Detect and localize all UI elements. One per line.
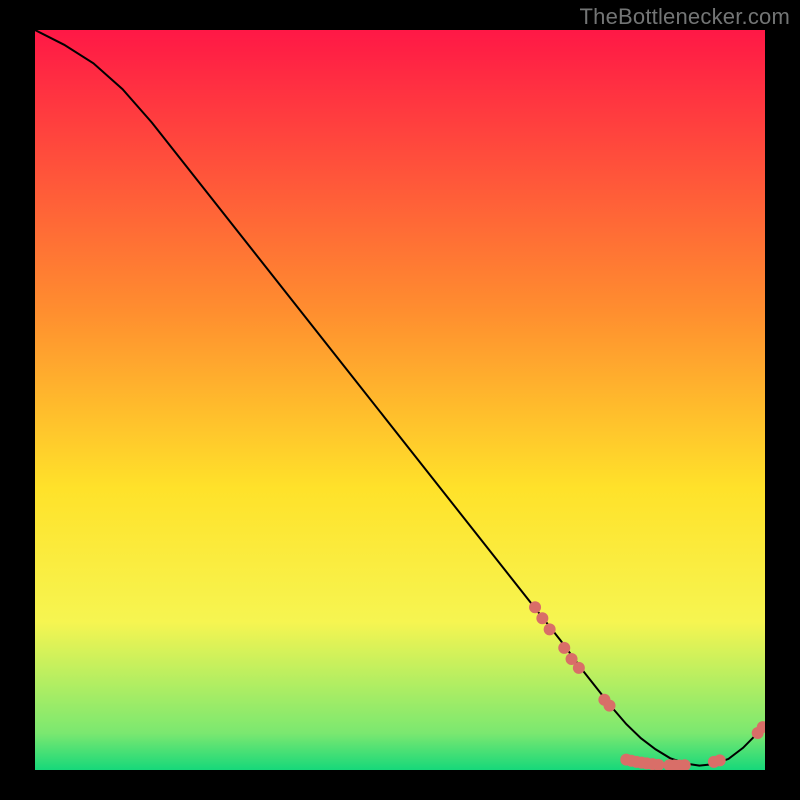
data-marker [536, 612, 548, 624]
data-marker [573, 662, 585, 674]
data-marker [558, 642, 570, 654]
watermark-text: TheBottlenecker.com [580, 4, 790, 30]
gradient-background [35, 30, 765, 770]
chart-stage: TheBottlenecker.com [0, 0, 800, 800]
plot-svg [35, 30, 765, 770]
data-marker [714, 754, 726, 766]
data-marker [529, 601, 541, 613]
plot-area [35, 30, 765, 770]
data-marker [604, 700, 616, 712]
data-marker [544, 623, 556, 635]
